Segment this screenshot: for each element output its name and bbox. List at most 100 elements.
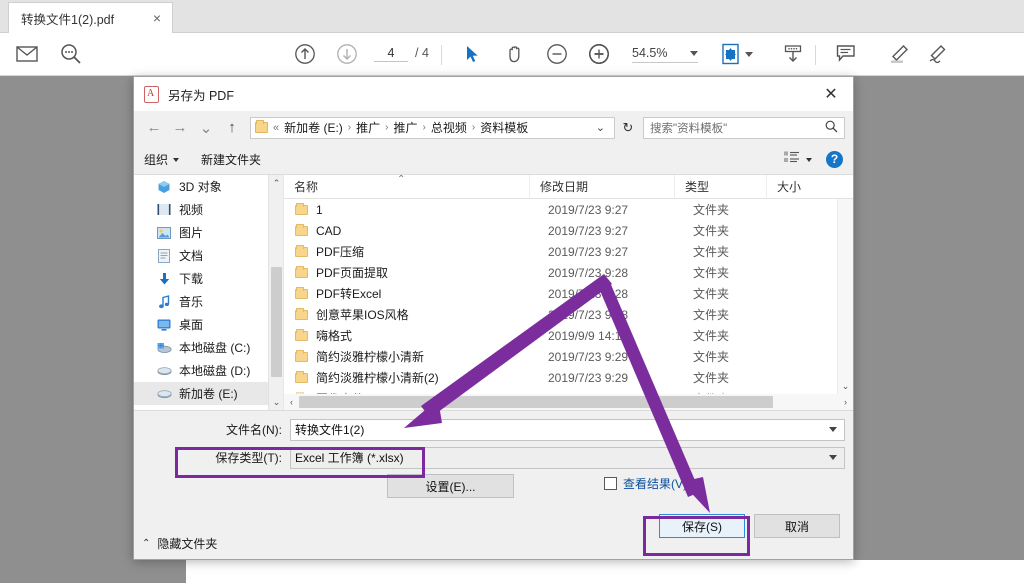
file-type: 文件夹	[693, 329, 730, 343]
table-row[interactable]: 简约淡雅柠檬小清新 2019/7/23 9:29 文件夹	[284, 346, 837, 367]
folder-icon	[295, 244, 308, 257]
tree-item-label: 新加卷 (E:)	[179, 387, 238, 401]
scroll-up-icon[interactable]: ⌃	[269, 175, 283, 191]
envelope-icon[interactable]	[14, 41, 40, 67]
view-mode-button[interactable]	[784, 151, 812, 167]
file-list-rows: 1 2019/7/23 9:27 文件夹 CAD 2019/7/23 9:27 …	[284, 199, 837, 406]
column-header-name[interactable]: 名称 ⌃	[284, 175, 529, 198]
column-header-date[interactable]: 修改日期	[529, 175, 674, 198]
tree-item-label: 本地磁盘 (D:)	[179, 364, 251, 378]
scroll-left-icon[interactable]: ‹	[284, 394, 299, 410]
zoom-level-control[interactable]: 54.5%	[632, 46, 698, 63]
zoom-out-button[interactable]	[544, 41, 570, 67]
search-input[interactable]: 搜索"资料模板"	[643, 116, 845, 139]
cancel-button[interactable]: 取消	[754, 514, 840, 538]
filename-input[interactable]: 转换文件1(2)	[290, 418, 845, 441]
tree-item-3d-objects[interactable]: 3D 对象	[134, 175, 268, 198]
breadcrumb-item-4[interactable]: 资料模板	[480, 119, 528, 136]
tree-item-documents[interactable]: 文档	[134, 244, 268, 267]
table-row[interactable]: CAD 2019/7/23 9:27 文件夹	[284, 220, 837, 241]
fit-page-icon[interactable]	[718, 41, 744, 67]
hscrollbar-track[interactable]	[299, 394, 838, 410]
hide-folders-toggle[interactable]: ⌃ 隐藏文件夹	[142, 535, 217, 552]
tree-scrollbar-thumb[interactable]	[271, 267, 282, 377]
chevron-up-icon: ⌃	[142, 538, 151, 549]
page-number-input[interactable]: 4	[374, 46, 408, 62]
tree-item-local-disk-d[interactable]: 本地磁盘 (D:)	[134, 359, 268, 382]
breadcrumb-item-2[interactable]: 推广	[394, 119, 418, 136]
up-icon[interactable]: ↑	[220, 116, 244, 140]
search-zoom-icon[interactable]	[58, 41, 84, 67]
comment-icon[interactable]	[833, 41, 859, 67]
tree-item-new-volume-f[interactable]: 新加卷 (F:)	[134, 405, 268, 410]
forward-icon[interactable]: →	[168, 116, 192, 140]
refresh-icon[interactable]: ↻	[617, 117, 639, 139]
column-header-size[interactable]: 大小	[766, 175, 826, 198]
file-list-horizontal-scrollbar[interactable]: ‹ ›	[284, 394, 853, 410]
back-icon[interactable]: ←	[142, 116, 166, 140]
highlighter-icon[interactable]	[886, 41, 912, 67]
system-drive-icon	[156, 340, 172, 356]
save-button[interactable]: 保存(S)	[659, 514, 745, 538]
chevron-down-icon[interactable]	[829, 427, 837, 432]
tree-item-pictures[interactable]: 图片	[134, 221, 268, 244]
hand-icon[interactable]	[502, 41, 528, 67]
settings-button[interactable]: 设置(E)...	[387, 474, 514, 498]
table-row[interactable]: 嗨格式 2019/9/9 14:11 文件夹	[284, 325, 837, 346]
checkbox-box[interactable]	[604, 477, 617, 490]
close-tab-icon[interactable]: ×	[150, 11, 164, 25]
breadcrumb-item-3[interactable]: 总视频	[431, 119, 467, 136]
view-result-checkbox[interactable]: 查看结果(V)	[604, 475, 687, 492]
breadcrumb-item-0[interactable]: 新加卷 (E:)	[284, 119, 343, 136]
chevron-down-icon[interactable]	[690, 50, 698, 56]
table-row[interactable]: PDF压缩 2019/7/23 9:27 文件夹	[284, 241, 837, 262]
scroll-right-icon[interactable]: ›	[838, 394, 853, 410]
signature-icon[interactable]	[925, 41, 951, 67]
zoom-in-button[interactable]	[586, 41, 612, 67]
close-icon[interactable]: ✕	[809, 77, 853, 111]
breadcrumb[interactable]: « 新加卷 (E:) › 推广 › 推广 › 总视频 › 资料模板 ⌄	[250, 116, 615, 139]
new-folder-button[interactable]: 新建文件夹	[201, 151, 261, 168]
cursor-arrow-icon[interactable]	[460, 41, 486, 67]
tree-item-local-disk-c[interactable]: 本地磁盘 (C:)	[134, 336, 268, 359]
document-tab[interactable]: 转换文件1(2).pdf ×	[8, 2, 173, 33]
table-row[interactable]: 简约淡雅柠檬小清新(2) 2019/7/23 9:29 文件夹	[284, 367, 837, 388]
tree-item-new-volume-e[interactable]: 新加卷 (E:)	[134, 382, 268, 405]
tree-item-videos[interactable]: 视频	[134, 198, 268, 221]
column-header-size-label: 大小	[777, 180, 802, 194]
organize-button[interactable]: 组织	[144, 151, 180, 168]
table-row[interactable]: 1 2019/7/23 9:27 文件夹	[284, 199, 837, 220]
search-icon[interactable]	[825, 120, 838, 136]
fit-page-chevron-icon[interactable]	[745, 52, 753, 57]
file-date: 2019/7/23 9:27	[548, 244, 629, 259]
table-row[interactable]: PDF页面提取 2019/7/23 9:28 文件夹	[284, 262, 837, 283]
tree-item-downloads[interactable]: 下载	[134, 267, 268, 290]
scroll-down-icon[interactable]: ⌄	[838, 378, 853, 394]
savetype-dropdown[interactable]: Excel 工作簿 (*.xlsx)	[290, 446, 845, 469]
file-list-vertical-scrollbar[interactable]: ⌄	[837, 199, 853, 394]
breadcrumb-chevron-down-icon[interactable]: ⌄	[591, 121, 610, 134]
breadcrumb-item-1[interactable]: 推广	[356, 119, 380, 136]
arrow-down-circle-icon[interactable]	[334, 41, 360, 67]
help-icon[interactable]: ?	[826, 150, 843, 168]
desktop-icon	[156, 317, 172, 333]
scroll-down-icon[interactable]: ⌄	[269, 394, 283, 410]
table-row[interactable]: 创意苹果IOS风格 2019/7/23 9:28 文件夹	[284, 304, 837, 325]
column-header-type-label: 类型	[685, 180, 710, 194]
tree-scrollbar[interactable]: ⌃ ⌄	[268, 175, 283, 410]
hscrollbar-thumb[interactable]	[299, 396, 774, 408]
search-placeholder: 搜索"资料模板"	[650, 122, 728, 135]
arrow-up-circle-icon[interactable]	[292, 41, 318, 67]
file-date: 2019/7/23 9:28	[548, 265, 629, 280]
breadcrumb-overflow[interactable]: «	[273, 122, 279, 134]
file-type: 文件夹	[693, 371, 730, 385]
tree-item-desktop[interactable]: 桌面	[134, 313, 268, 336]
column-header-type[interactable]: 类型	[674, 175, 766, 198]
filename-label: 文件名(N):	[226, 423, 282, 437]
table-row[interactable]: PDF转Excel 2019/7/23 9:28 文件夹	[284, 283, 837, 304]
download-icon[interactable]	[780, 41, 806, 67]
chevron-down-icon[interactable]	[829, 455, 837, 460]
file-name: PDF转Excel	[316, 287, 382, 301]
recent-locations-icon[interactable]: ⌄	[194, 116, 218, 140]
tree-item-music[interactable]: 音乐	[134, 290, 268, 313]
